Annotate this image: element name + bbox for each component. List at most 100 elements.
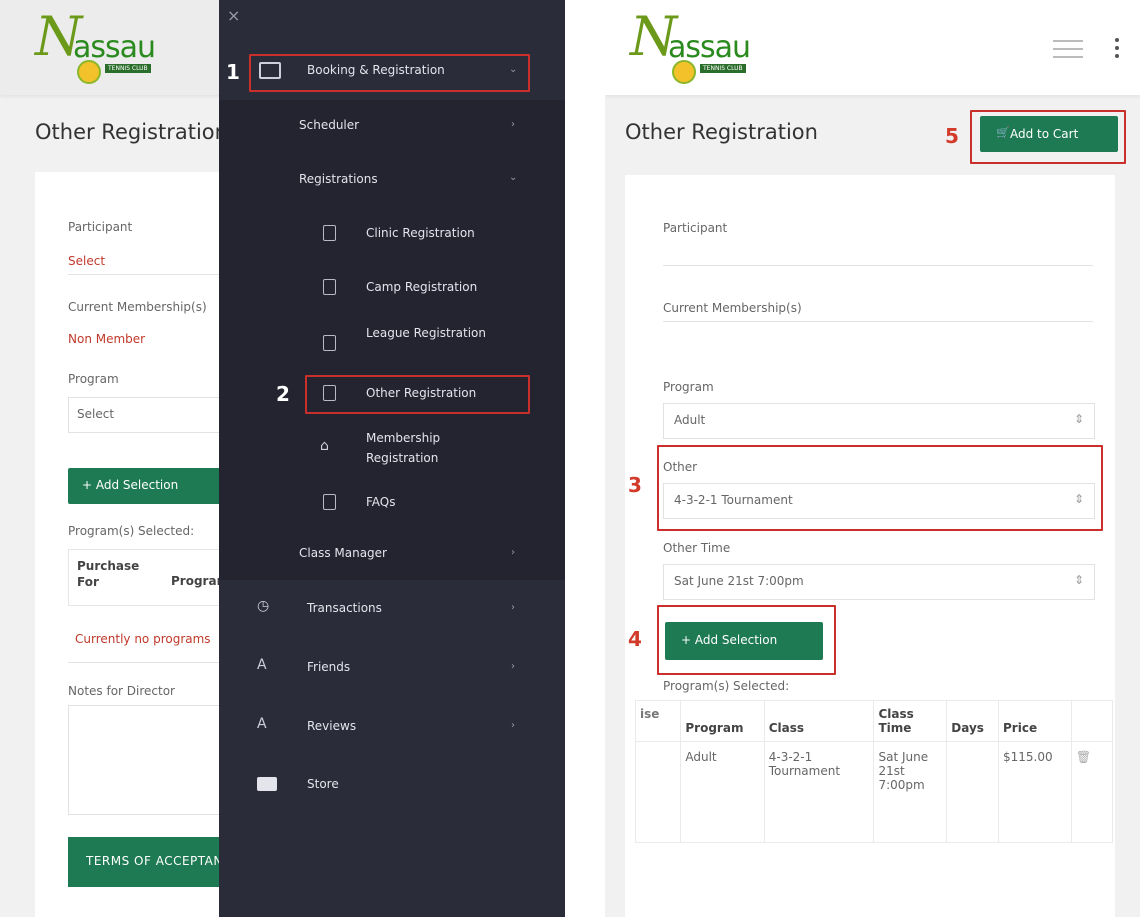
menu-item-reviews[interactable]: Reviews (307, 719, 356, 733)
table-header-class-time: Class Time (873, 700, 948, 742)
menu-item-scheduler[interactable]: Scheduler (299, 118, 359, 132)
table-header-purchase-for: ise (634, 700, 682, 742)
other-time-select-value: Sat June 21st 7:00pm (674, 574, 804, 588)
menu-item-registrations[interactable]: Registrations (299, 172, 378, 186)
add-selection-label: + Add Selection (82, 478, 179, 492)
table-cell-class: 4-3-2-1 Tournament (763, 741, 875, 843)
membership-label: Current Membership(s) (663, 301, 802, 315)
other-time-label: Other Time (663, 541, 731, 555)
other-time-select[interactable]: Sat June 21st 7:00pm ⇕ (663, 564, 1095, 600)
menu-item-league[interactable]: League Registration (366, 322, 486, 344)
menu-item-class-manager[interactable]: Class Manager (299, 546, 387, 560)
store-icon (257, 777, 277, 791)
close-icon[interactable]: × (227, 6, 240, 25)
select-arrows-icon: ⇕ (1074, 412, 1085, 426)
cart-icon: 🛒 (996, 126, 1010, 139)
document-icon (323, 335, 336, 351)
program-select[interactable]: Adult ⇕ (663, 403, 1095, 439)
menu-item-friends[interactable]: Friends (307, 660, 350, 674)
reviews-icon: A (257, 716, 267, 732)
add-to-cart-button[interactable]: 🛒 Add to Cart (980, 116, 1118, 152)
menu-item-membership[interactable]: Membership Registration (366, 428, 496, 468)
tennis-ball-icon (77, 60, 101, 84)
nassau-logo[interactable]: N assau TENNIS CLUB (35, 8, 185, 88)
page-title: Other Registration (625, 120, 818, 144)
add-selection-button[interactable]: + Add Selection (68, 468, 228, 504)
clock-icon: ◷ (257, 598, 270, 614)
calendar-icon (259, 62, 281, 79)
chevron-right-icon: › (511, 602, 515, 613)
chevron-right-icon: › (511, 547, 515, 558)
menu-item-other-registration[interactable]: Other Registration (366, 386, 476, 400)
add-to-cart-label: Add to Cart (1010, 127, 1079, 141)
chevron-right-icon: › (511, 661, 515, 672)
right-screen: N assau TENNIS CLUB Other Registration 5… (605, 0, 1140, 917)
table-header-price: Price (998, 700, 1072, 742)
trash-icon[interactable]: 🗑 (1070, 741, 1114, 843)
participant-label: Participant (663, 221, 728, 235)
notes-label: Notes for Director (68, 684, 175, 698)
left-screen: N assau TENNIS CLUB Other Registration P… (0, 0, 565, 917)
program-label: Program (68, 372, 119, 386)
logo-subtitle: TENNIS CLUB (105, 64, 151, 73)
participant-select[interactable]: Select (68, 254, 105, 268)
program-select-value: Select (77, 407, 115, 421)
menu-item-booking[interactable]: Booking & Registration (307, 63, 445, 77)
menu-item-clinic[interactable]: Clinic Registration (366, 226, 475, 240)
empty-programs-message: Currently no programs (75, 632, 211, 646)
friends-icon: A (257, 657, 267, 673)
menu-item-transactions[interactable]: Transactions (307, 601, 382, 615)
chevron-down-icon: ⌄ (509, 172, 518, 183)
divider (663, 321, 1093, 322)
table-header-actions (1070, 700, 1114, 742)
nassau-logo[interactable]: N assau TENNIS CLUB (630, 8, 780, 88)
select-arrows-icon: ⇕ (1074, 573, 1085, 587)
programs-selected-label: Program(s) Selected: (68, 524, 195, 538)
logo-subtitle: TENNIS CLUB (700, 64, 746, 73)
table-cell-days (946, 741, 999, 843)
step-number-4: 4 (628, 627, 642, 651)
tennis-ball-icon (672, 60, 696, 84)
add-selection-label: + Add Selection (681, 633, 778, 647)
other-select[interactable]: 4-3-2-1 Tournament ⇕ (663, 483, 1095, 519)
document-icon (323, 279, 336, 295)
menu-item-camp[interactable]: Camp Registration (366, 280, 477, 294)
gift-icon: ⌂ (320, 438, 329, 454)
program-select-value: Adult (674, 413, 706, 427)
registration-card: Participant Current Membership(s) Progra… (625, 175, 1115, 917)
hamburger-menu-icon[interactable] (1053, 40, 1083, 58)
chevron-down-icon: ⌄ (509, 64, 518, 75)
table-row: Adult 4-3-2-1 Tournament Sat June 21st 7… (634, 741, 1114, 843)
step-number-2: 2 (276, 382, 290, 406)
divider (663, 265, 1093, 266)
step-number-3: 3 (628, 473, 642, 497)
add-selection-button[interactable]: + Add Selection (665, 622, 823, 660)
side-menu: × 1 Booking & Registration ⌄ Scheduler ›… (219, 0, 565, 917)
step-number-1: 1 (226, 60, 240, 84)
other-label: Other (663, 460, 698, 474)
table-header-program: Program (680, 700, 765, 742)
terms-label: TERMS OF ACCEPTANCE (86, 854, 240, 868)
document-icon (323, 225, 336, 241)
table-header-days: Days (946, 700, 999, 742)
table-cell-program: Adult (680, 741, 765, 843)
other-select-value: 4-3-2-1 Tournament (674, 493, 793, 507)
table-header-purchase-for: Purchase For (77, 559, 140, 589)
top-bar: N assau TENNIS CLUB (605, 0, 1140, 95)
chevron-right-icon: › (511, 119, 515, 130)
membership-label: Current Membership(s) (68, 300, 207, 314)
menu-item-store[interactable]: Store (307, 777, 339, 791)
table-cell-class-time: Sat June 21st 7:00pm (873, 741, 948, 843)
page-title: Other Registration (35, 120, 228, 144)
table-cell-purchase-for (634, 741, 682, 843)
program-label: Program (663, 380, 714, 394)
more-options-icon[interactable] (1115, 38, 1119, 60)
document-icon (323, 494, 336, 510)
select-arrows-icon: ⇕ (1074, 492, 1085, 506)
programs-table: ise Program Class Class Time Days Price … (634, 700, 1114, 843)
table-header-class: Class (763, 700, 875, 742)
menu-item-faqs[interactable]: FAQs (366, 495, 396, 509)
chevron-right-icon: › (511, 720, 515, 731)
table-cell-price: $115.00 (998, 741, 1072, 843)
table-header-row: ise Program Class Class Time Days Price (634, 700, 1114, 742)
